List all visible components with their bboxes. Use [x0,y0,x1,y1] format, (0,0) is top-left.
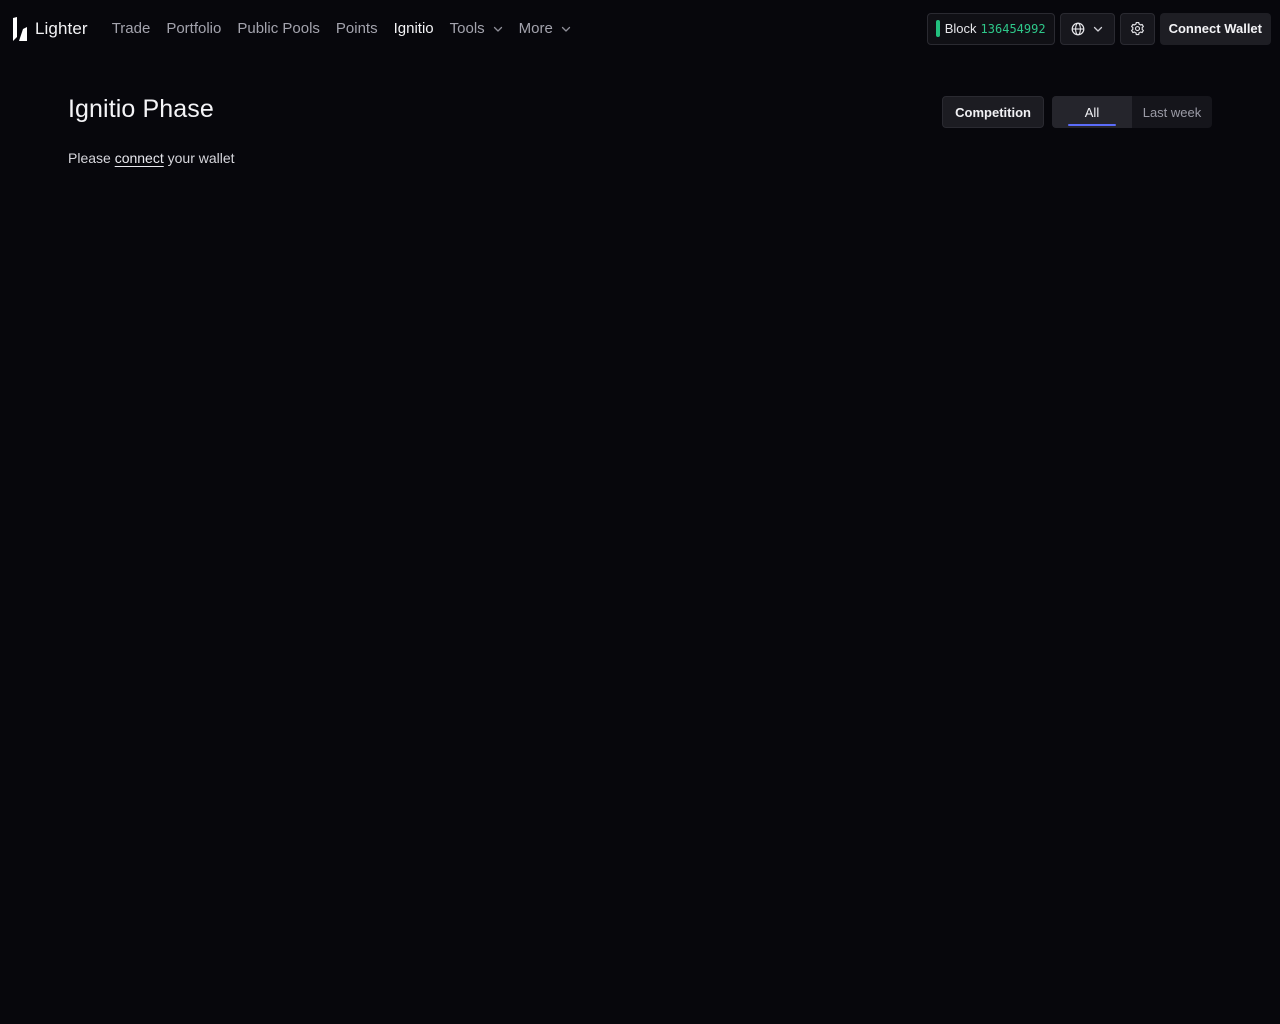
tab-label: All [1084,104,1100,120]
nav-item-label: More [518,20,553,37]
top-navigation-bar: Lighter Trade Portfolio Public Pools Poi… [0,0,1280,57]
tab-label: Last week [1142,104,1202,120]
nav-item-ignitio[interactable]: Ignitio [386,14,442,44]
nav-item-label: Public Pools [237,20,320,37]
chevron-down-icon [493,26,502,32]
language-selector-button[interactable] [1059,12,1115,45]
chevron-down-icon [561,26,571,32]
nav-item-tools[interactable]: Tools [442,14,511,44]
message-prefix: Please [68,150,111,166]
nav-item-label: Points [335,20,378,37]
nav-item-more[interactable]: More [511,14,579,44]
connect-wallet-button[interactable]: Connect Wallet [1159,12,1271,45]
message-suffix: your wallet [167,150,235,166]
header-actions: Block 136454992 Connect Wallet [926,12,1271,45]
lighter-logo-icon [13,16,27,41]
nav-item-portfolio[interactable]: Portfolio [158,14,229,44]
nav-item-public-pools[interactable]: Public Pools [229,14,328,44]
main-content: Ignitio Phase Competition All Last week … [68,90,1212,166]
gear-icon [1130,21,1144,36]
nav-item-label: Trade [111,20,151,37]
nav-item-points[interactable]: Points [328,14,386,44]
nav-item-label: Portfolio [166,20,222,37]
connect-wallet-message: Please connect your wallet [68,150,1212,166]
settings-button[interactable] [1119,12,1155,45]
page-controls: Competition All Last week [942,96,1212,128]
page-title: Ignitio Phase [68,95,214,123]
connect-link[interactable]: connect [115,150,164,166]
main-nav: Trade Portfolio Public Pools Points Igni… [104,0,579,57]
block-number: 136454992 [980,21,1046,36]
brand-name: Lighter [35,18,88,38]
competition-button[interactable]: Competition [942,96,1044,128]
tab-last-week[interactable]: Last week [1132,96,1212,128]
brand-logo-link[interactable]: Lighter [12,14,88,44]
chevron-down-icon [1093,26,1103,32]
block-label: Block [944,21,977,36]
active-tab-indicator [1068,124,1116,126]
nav-item-label: Tools [449,20,485,37]
globe-icon [1071,22,1085,35]
block-status-badge: Block 136454992 [926,12,1055,45]
nav-item-label: Ignitio [393,20,434,37]
tab-all[interactable]: All [1052,96,1132,128]
block-status-indicator [935,20,940,37]
nav-item-trade[interactable]: Trade [104,14,159,44]
period-tabs: All Last week [1052,96,1212,128]
page-header: Ignitio Phase Competition All Last week [68,90,1212,128]
